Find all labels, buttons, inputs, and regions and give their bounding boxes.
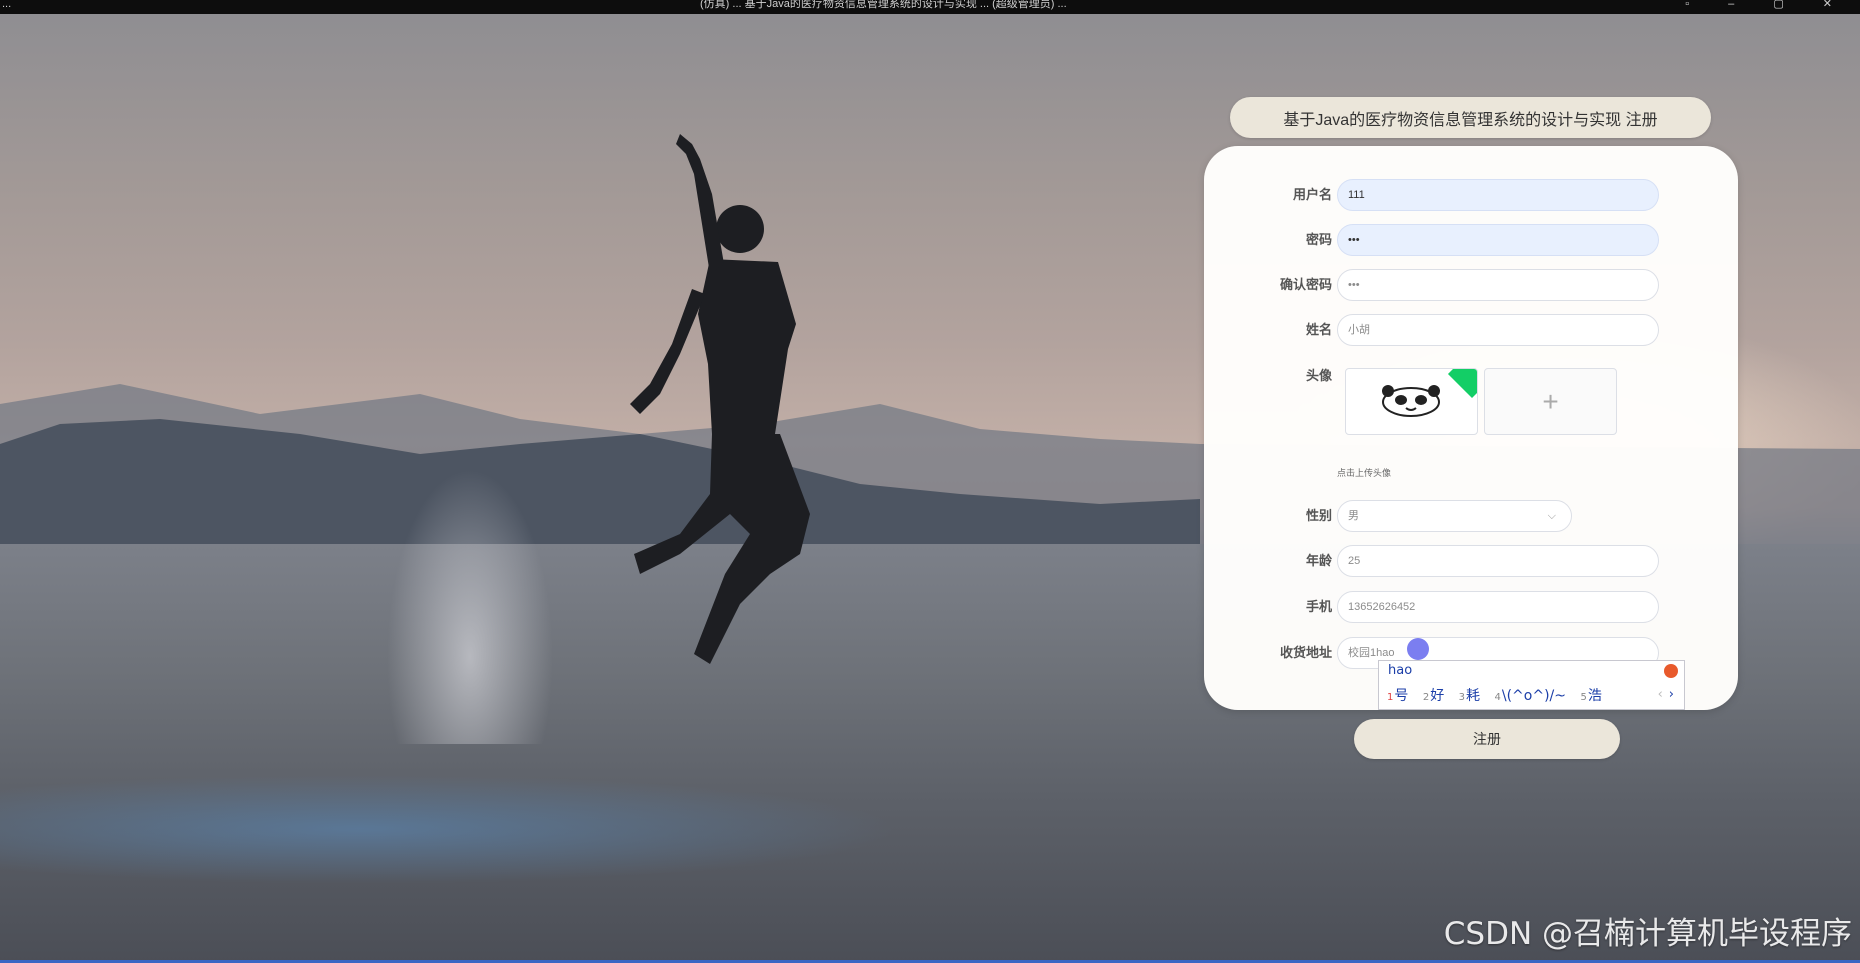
name-label: 姓名 bbox=[1305, 322, 1332, 337]
watermark: CSDN @召楠计算机毕设程序 bbox=[1443, 916, 1852, 952]
phone-row: 手机 13652626452 bbox=[1204, 591, 1738, 623]
chevron-down-icon: ⌵ bbox=[1547, 510, 1556, 522]
register-button[interactable]: 注册 bbox=[1354, 719, 1620, 759]
window-controls[interactable]: ▫ – ▢ ✕ bbox=[1685, 0, 1850, 11]
ime-page-nav: ‹ › bbox=[1658, 687, 1674, 702]
ime-candidate[interactable]: 4\(^o^)/~ bbox=[1494, 688, 1566, 704]
age-input[interactable]: 25 bbox=[1337, 545, 1659, 577]
phone-label: 手机 bbox=[1305, 599, 1332, 614]
window-titlebar: ... (仿真) ... 基于Java的医疗物资信息管理系统的设计与实现 ...… bbox=[0, 0, 1860, 14]
avatar-upload-button[interactable]: + bbox=[1484, 368, 1617, 435]
ime-candidate-popup[interactable]: hao 1号 2好 3耗 4\(^o^)/~ 5浩 ‹ › bbox=[1378, 660, 1685, 710]
address-label: 收货地址 bbox=[1279, 645, 1332, 660]
titlebar-left-label: ... bbox=[2, 0, 12, 10]
plus-icon: + bbox=[1542, 385, 1559, 417]
confirm-password-label: 确认密码 bbox=[1279, 277, 1332, 292]
ime-candidate[interactable]: 5浩 bbox=[1580, 688, 1601, 704]
register-form: 用户名 111 密码 ••• 确认密码 ••• 姓名 小胡 头像 + 点击上传头… bbox=[1204, 146, 1738, 710]
ime-candidate[interactable]: 1号 bbox=[1387, 688, 1408, 704]
ime-candidate[interactable]: 2好 bbox=[1423, 688, 1444, 704]
gender-row: 性别 男 ⌵ bbox=[1204, 500, 1738, 532]
ime-composition: hao bbox=[1388, 663, 1413, 678]
avatar-label: 头像 bbox=[1305, 368, 1332, 383]
ime-candidates: 1号 2好 3耗 4\(^o^)/~ 5浩 bbox=[1387, 685, 1612, 705]
gender-label: 性别 bbox=[1305, 508, 1332, 523]
age-row: 年龄 25 bbox=[1204, 545, 1738, 577]
chevron-right-icon[interactable]: › bbox=[1669, 687, 1674, 702]
jumping-person-silhouette bbox=[630, 134, 810, 664]
age-label: 年龄 bbox=[1305, 553, 1332, 568]
password-row: 密码 ••• bbox=[1204, 224, 1738, 256]
chevron-left-icon[interactable]: ‹ bbox=[1658, 687, 1663, 702]
username-input[interactable]: 111 bbox=[1337, 179, 1659, 211]
avatar-upload-tip: 点击上传头像 bbox=[1337, 468, 1392, 478]
mouse-cursor-indicator bbox=[1407, 638, 1429, 660]
confirm-password-row: 确认密码 ••• bbox=[1204, 269, 1738, 301]
avatar-preview[interactable] bbox=[1345, 368, 1478, 435]
username-label: 用户名 bbox=[1292, 187, 1332, 202]
gender-select[interactable]: 男 ⌵ bbox=[1337, 500, 1572, 532]
phone-input[interactable]: 13652626452 bbox=[1337, 591, 1659, 623]
window-title: (仿真) ... 基于Java的医疗物资信息管理系统的设计与实现 ... (超级… bbox=[700, 0, 1067, 10]
gender-value: 男 bbox=[1348, 510, 1359, 522]
ime-logo-icon bbox=[1664, 664, 1678, 678]
password-label: 密码 bbox=[1305, 232, 1332, 247]
confirm-password-input[interactable]: ••• bbox=[1337, 269, 1659, 301]
ime-candidate[interactable]: 3耗 bbox=[1459, 688, 1480, 704]
username-row: 用户名 111 bbox=[1204, 179, 1738, 211]
name-row: 姓名 小胡 bbox=[1204, 314, 1738, 346]
password-input[interactable]: ••• bbox=[1337, 224, 1659, 256]
register-title: 基于Java的医疗物资信息管理系统的设计与实现 注册 bbox=[1230, 97, 1711, 138]
name-input[interactable]: 小胡 bbox=[1337, 314, 1659, 346]
